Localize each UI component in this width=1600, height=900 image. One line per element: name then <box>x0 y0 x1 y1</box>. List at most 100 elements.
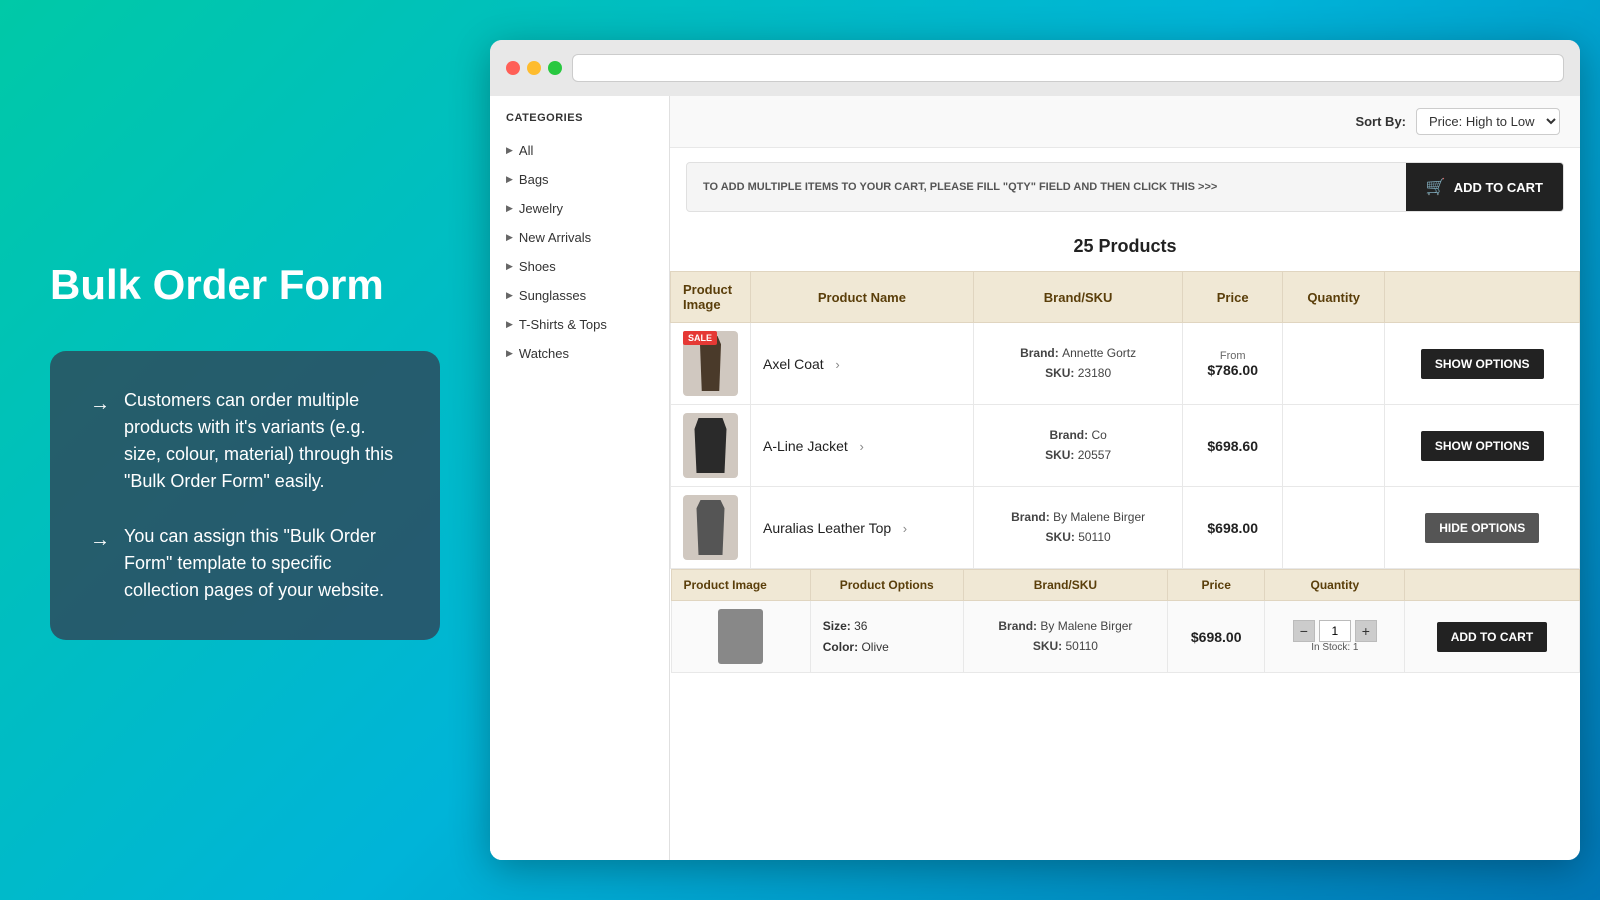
hide-options-button[interactable]: HIDE OPTIONS <box>1425 513 1539 543</box>
sidebar-item-bags[interactable]: ▶ Bags <box>490 165 669 194</box>
sku-label: SKU: <box>1046 530 1079 544</box>
product-image <box>683 495 738 560</box>
opt-col-quantity: Quantity <box>1265 570 1405 601</box>
sidebar-item-sunglasses[interactable]: ▶ Sunglasses <box>490 281 669 310</box>
options-header-row: Product Image Product Options Brand/SKU … <box>671 569 1580 674</box>
maximize-button[interactable] <box>548 61 562 75</box>
browser-chrome <box>490 40 1580 96</box>
add-to-cart-main-button[interactable]: 🛒 ADD TO CART <box>1406 163 1563 211</box>
opt-quantity-cell: − + In Stock: 1 <box>1265 601 1405 673</box>
quantity-control: − + <box>1277 620 1392 642</box>
left-panel: Bulk Order Form → Customers can order mu… <box>0 220 490 679</box>
brand-label: Brand: <box>998 619 1040 633</box>
quantity-cell <box>1282 405 1384 487</box>
color-value: Olive <box>861 640 888 654</box>
price-cell: $698.00 <box>1183 487 1283 569</box>
brand-value: By Malene Birger <box>1040 619 1132 633</box>
add-to-cart-bar: TO ADD MULTIPLE ITEMS TO YOUR CART, PLEA… <box>686 162 1564 212</box>
product-image-cell <box>671 405 751 487</box>
opt-price-cell: $698.00 <box>1168 601 1265 673</box>
sidebar-item-label: T-Shirts & Tops <box>519 317 607 332</box>
opt-brand-sku-cell: Brand: By Malene Birger SKU: 50110 <box>963 601 1167 673</box>
sku-value: 50110 <box>1066 639 1098 653</box>
minimize-button[interactable] <box>527 61 541 75</box>
show-options-button[interactable]: SHOW OPTIONS <box>1421 349 1544 379</box>
in-stock-label: In Stock: 1 <box>1277 642 1392 653</box>
table-row: SALE Axel Coat › Brand: Annette Gortz SK… <box>671 323 1580 405</box>
opt-col-image: Product Image <box>671 570 810 601</box>
opt-action-cell: ADD TO CART <box>1405 601 1579 673</box>
info-item-1: → Customers can order multiple products … <box>90 387 400 495</box>
brand-sku-cell: Brand: Annette Gortz SKU: 23180 <box>973 323 1183 405</box>
chevron-right-icon: ▶ <box>506 145 513 156</box>
quantity-cell <box>1282 323 1384 405</box>
size-color-info: Size: 36 Color: Olive <box>823 616 951 657</box>
opt-price-value: $698.00 <box>1191 629 1242 645</box>
col-header-name: Product Name <box>751 272 974 323</box>
chevron-right-icon: ▶ <box>506 319 513 330</box>
brand-label: Brand: <box>1049 428 1091 442</box>
page-title: Bulk Order Form <box>50 260 440 310</box>
add-to-cart-main-label: ADD TO CART <box>1454 180 1543 195</box>
expand-icon[interactable]: › <box>859 439 863 454</box>
sidebar-title: CATEGORIES <box>490 112 669 136</box>
add-to-cart-row-button[interactable]: ADD TO CART <box>1437 622 1547 652</box>
sidebar-item-watches[interactable]: ▶ Watches <box>490 339 669 368</box>
col-header-brand-sku: Brand/SKU <box>973 272 1183 323</box>
qty-decrease-button[interactable]: − <box>1293 620 1315 642</box>
main-content: Sort By: Price: High to LowPrice: Low to… <box>670 96 1580 860</box>
brand-value: Co <box>1091 428 1106 442</box>
size-label: Size: <box>823 619 854 633</box>
sku-value: 50110 <box>1078 530 1110 544</box>
sidebar-item-shoes[interactable]: ▶ Shoes <box>490 252 669 281</box>
col-header-price: Price <box>1183 272 1283 323</box>
product-name-cell: A-Line Jacket › <box>751 405 974 487</box>
product-image <box>683 413 738 478</box>
product-name: A-Line Jacket <box>763 438 848 454</box>
opt-image-cell <box>671 601 810 673</box>
chevron-right-icon: ▶ <box>506 232 513 243</box>
sort-select[interactable]: Price: High to LowPrice: Low to HighNewe… <box>1416 108 1560 135</box>
expand-icon[interactable]: › <box>903 521 907 536</box>
brand-label: Brand: <box>1011 510 1053 524</box>
brand-sku-info: Brand: Co SKU: 20557 <box>986 426 1171 464</box>
opt-brand-sku-info: Brand: By Malene Birger SKU: 50110 <box>976 617 1155 655</box>
sku-label: SKU: <box>1033 639 1066 653</box>
jacket-silhouette-icon <box>691 418 731 473</box>
sidebar-item-new-arrivals[interactable]: ▶ New Arrivals <box>490 223 669 252</box>
action-cell: SHOW OPTIONS <box>1385 405 1580 487</box>
sidebar-item-all[interactable]: ▶ All <box>490 136 669 165</box>
browser-window: CATEGORIES ▶ All ▶ Bags ▶ Jewelry ▶ New … <box>490 40 1580 860</box>
qty-increase-button[interactable]: + <box>1355 620 1377 642</box>
opt-col-brand-sku: Brand/SKU <box>963 570 1167 601</box>
product-image-cell <box>671 487 751 569</box>
show-options-button[interactable]: SHOW OPTIONS <box>1421 431 1544 461</box>
qty-input[interactable] <box>1319 620 1351 642</box>
sort-bar: Sort By: Price: High to LowPrice: Low to… <box>670 96 1580 148</box>
options-table: Product Image Product Options Brand/SKU … <box>671 569 1580 673</box>
sidebar-item-tshirts[interactable]: ▶ T-Shirts & Tops <box>490 310 669 339</box>
brand-sku-info: Brand: Annette Gortz SKU: 23180 <box>986 344 1171 382</box>
chevron-right-icon: ▶ <box>506 261 513 272</box>
url-bar[interactable] <box>572 54 1564 82</box>
col-header-image: Product Image <box>671 272 751 323</box>
products-heading: 25 Products <box>670 226 1580 271</box>
sidebar-item-label: Shoes <box>519 259 556 274</box>
col-header-quantity: Quantity <box>1282 272 1384 323</box>
sidebar-item-jewelry[interactable]: ▶ Jewelry <box>490 194 669 223</box>
sku-label: SKU: <box>1045 448 1078 462</box>
sort-label: Sort By: <box>1355 114 1406 129</box>
brand-label: Brand: <box>1020 346 1062 360</box>
price-cell: From $786.00 <box>1183 323 1283 405</box>
add-to-cart-instructions: TO ADD MULTIPLE ITEMS TO YOUR CART, PLEA… <box>687 169 1406 205</box>
close-button[interactable] <box>506 61 520 75</box>
product-name: Axel Coat <box>763 356 824 372</box>
sidebar: CATEGORIES ▶ All ▶ Bags ▶ Jewelry ▶ New … <box>490 96 670 860</box>
sku-label: SKU: <box>1045 366 1078 380</box>
opt-col-action <box>1405 570 1579 601</box>
price-value: $698.60 <box>1195 438 1270 454</box>
info-item-2: → You can assign this "Bulk Order Form" … <box>90 523 400 604</box>
expand-icon[interactable]: › <box>835 357 839 372</box>
sale-badge: SALE <box>683 331 717 345</box>
info-text-1: Customers can order multiple products wi… <box>124 387 400 495</box>
